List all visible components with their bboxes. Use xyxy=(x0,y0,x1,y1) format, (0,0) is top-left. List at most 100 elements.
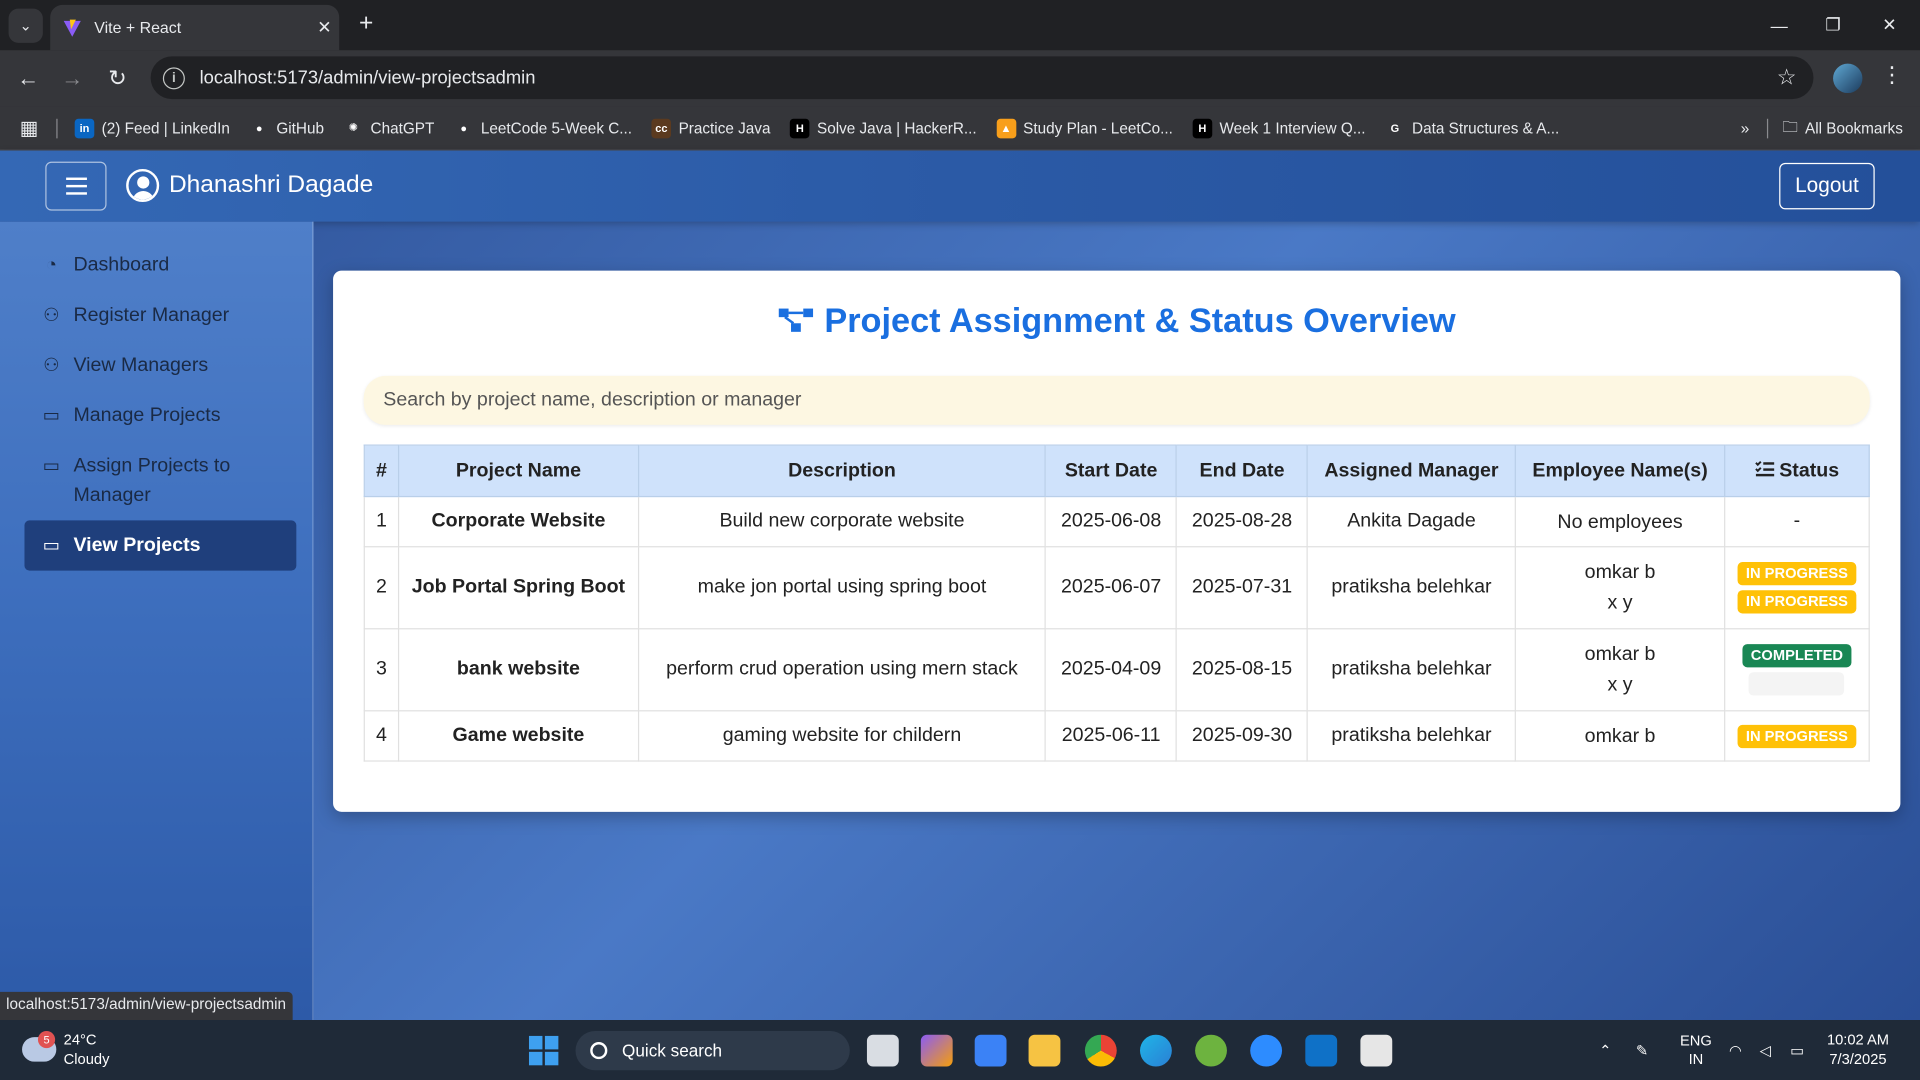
status-text: - xyxy=(1793,510,1801,532)
menu-kebab-icon[interactable]: ⋮ xyxy=(1881,62,1903,88)
col-header-description: Description xyxy=(637,444,1047,498)
cell-employees: omkar b x y xyxy=(1514,628,1726,712)
user-name: Dhanashri Dagade xyxy=(168,171,374,199)
bookmark-item[interactable]: ● GitHub xyxy=(249,118,324,138)
cell-status: COMPLETED UNKNOWN xyxy=(1724,628,1870,712)
bookmark-item[interactable]: ✺ ChatGPT xyxy=(344,118,435,138)
table-row[interactable]: 2 Job Portal Spring Boot make jon portal u… xyxy=(363,546,1870,630)
battery-icon[interactable]: ▭ xyxy=(1790,1020,1804,1080)
table-row[interactable]: 4 Game website gaming website for childern… xyxy=(363,710,1870,762)
folder-icon: ▭ xyxy=(42,534,61,556)
tray-overflow-icon[interactable]: ⌃ xyxy=(1599,1020,1611,1080)
tab-search-chevron-icon[interactable]: ⌄ xyxy=(8,8,43,43)
sidebar-item-manage-projects[interactable]: ▭ Manage Projects xyxy=(24,402,296,431)
apps-grid-icon[interactable]: ▦ xyxy=(20,116,42,140)
all-bookmarks-button[interactable]: All Bookmarks xyxy=(1805,120,1903,137)
vite-icon xyxy=(63,18,81,37)
file-explorer-icon[interactable] xyxy=(1028,1034,1061,1067)
cell-project-name: Job Portal Spring Boot xyxy=(397,546,639,630)
bookmark-item[interactable]: G Data Structures & A... xyxy=(1385,118,1560,138)
bookmark-label: ChatGPT xyxy=(370,119,435,137)
store-icon[interactable] xyxy=(974,1034,1007,1067)
sidebar-item-assign-projects-to-manager[interactable]: ▭ Assign Projects to Manager xyxy=(24,452,296,511)
bookmarks-overflow-icon[interactable]: » xyxy=(1741,120,1750,137)
spring-tool-icon[interactable] xyxy=(1195,1034,1227,1067)
hackerrank-icon: H xyxy=(790,118,810,138)
address-bar[interactable]: i localhost:5173/admin/view-projectsadmi… xyxy=(150,56,1814,100)
employee-name: No employees xyxy=(1557,511,1683,533)
app-navbar: Dhanashri Dagade Logout xyxy=(0,150,1920,222)
table-row[interactable]: 1 Corporate Website Build new corporate we… xyxy=(363,495,1870,548)
bookmarks-right: » 🗀 All Bookmarks xyxy=(1741,107,1903,151)
cell-manager: pratiksha belehkar xyxy=(1306,710,1517,762)
sidebar: ◔ Dashboard ⚇ Register Manager ⚇ View Manager… xyxy=(0,221,314,1021)
bookmark-list: in (2) Feed | LinkedIn ● GitHub ✺ ChatGPT ● Lee… xyxy=(74,118,1579,138)
close-tab-icon[interactable]: ✕ xyxy=(310,17,339,38)
task-view-icon[interactable] xyxy=(866,1034,899,1067)
bookmark-item[interactable]: ● LeetCode 5-Week C... xyxy=(454,118,632,138)
project-search-input[interactable] xyxy=(363,375,1870,425)
new-tab-icon[interactable]: + xyxy=(351,10,380,39)
folder-icon: ▭ xyxy=(42,405,61,427)
clock[interactable]: 10:02 AM 7/3/2025 xyxy=(1827,1030,1889,1069)
sidebar-item-register-manager[interactable]: ⚇ Register Manager xyxy=(24,301,296,330)
address-url[interactable]: localhost:5173/admin/view-projectsadmin xyxy=(200,67,1777,88)
vscode-icon[interactable] xyxy=(1305,1034,1338,1067)
diagram-project-icon xyxy=(779,308,814,332)
bookmarks-separator xyxy=(56,118,58,138)
language-indicator[interactable]: ENG IN xyxy=(1680,1020,1712,1080)
sidebar-item-view-projects[interactable]: ▭ View Projects xyxy=(24,520,297,571)
status-badge: IN PROGRESS xyxy=(1737,562,1857,586)
pen-icon[interactable]: ✎ xyxy=(1636,1020,1648,1080)
leetcode-icon: ● xyxy=(460,121,468,135)
minimize-icon[interactable]: — xyxy=(1751,0,1807,50)
cell-start-date: 2025-06-08 xyxy=(1045,495,1178,548)
status-badge: IN PROGRESS xyxy=(1737,724,1857,748)
bookmark-star-icon[interactable]: ☆ xyxy=(1777,65,1814,91)
site-info-icon[interactable]: i xyxy=(162,66,185,89)
reload-icon[interactable]: ↻ xyxy=(100,61,134,95)
linkedin-icon: in xyxy=(74,118,95,138)
cloud-icon: 5 xyxy=(22,1031,57,1062)
profile-avatar[interactable] xyxy=(1833,63,1863,94)
employee-name: x y xyxy=(1607,592,1633,614)
bookmark-item[interactable]: H Week 1 Interview Q... xyxy=(1192,118,1366,138)
taskbar-search[interactable]: Quick search xyxy=(575,1031,850,1071)
zoom-icon[interactable] xyxy=(1250,1034,1283,1067)
weather-badge: 5 xyxy=(37,1031,56,1049)
bookmark-label: Study Plan - LeetCo... xyxy=(1023,119,1173,137)
back-icon[interactable]: ← xyxy=(11,61,45,95)
sidebar-item-view-managers[interactable]: ⚇ View Managers xyxy=(24,351,296,380)
col-header-number: # xyxy=(363,444,400,498)
forward-icon[interactable]: → xyxy=(55,61,89,95)
wifi-icon[interactable]: ◠ xyxy=(1729,1020,1742,1080)
windows-start-icon[interactable] xyxy=(528,1035,559,1066)
col-header-project-name: Project Name xyxy=(397,444,639,498)
page-title-text: Project Assignment & Status Overview xyxy=(824,301,1456,340)
restore-icon[interactable]: ❐ xyxy=(1805,0,1861,50)
edge-icon[interactable] xyxy=(1140,1034,1172,1067)
bookmark-item[interactable]: ▲ Study Plan - LeetCo... xyxy=(996,118,1173,138)
bookmark-item[interactable]: in (2) Feed | LinkedIn xyxy=(74,118,230,138)
logout-button[interactable]: Logout xyxy=(1779,162,1875,210)
bookmark-item[interactable]: H Solve Java | HackerR... xyxy=(790,118,977,138)
bookmark-item[interactable]: cc Practice Java xyxy=(651,118,770,138)
table-row[interactable]: 3 bank website perform crud operation usin… xyxy=(363,628,1870,712)
chrome-icon[interactable] xyxy=(1084,1034,1117,1067)
cell-project-name: Corporate Website xyxy=(397,495,639,548)
weather-widget[interactable]: 5 24°C Cloudy xyxy=(22,1030,109,1069)
employee-name: x y xyxy=(1607,674,1633,696)
cell-start-date: 2025-04-09 xyxy=(1045,628,1178,712)
menu-toggle-button[interactable] xyxy=(45,161,107,211)
snipping-tool-icon[interactable] xyxy=(1360,1034,1393,1067)
cell-end-date: 2025-09-30 xyxy=(1175,710,1309,762)
bookmark-label: Week 1 Interview Q... xyxy=(1219,119,1366,137)
sidebar-item-dashboard[interactable]: ◔ Dashboard xyxy=(24,251,296,280)
status-badge: UNKNOWN xyxy=(1749,672,1845,696)
copilot-icon[interactable] xyxy=(920,1034,953,1067)
close-window-icon[interactable]: ✕ xyxy=(1861,0,1917,50)
col-header-status: Status xyxy=(1724,444,1870,498)
volume-icon[interactable]: ◁ xyxy=(1760,1020,1771,1080)
browser-tab[interactable]: Vite + React ✕ xyxy=(50,4,340,51)
sidebar-item-label: Register Manager xyxy=(73,304,230,326)
